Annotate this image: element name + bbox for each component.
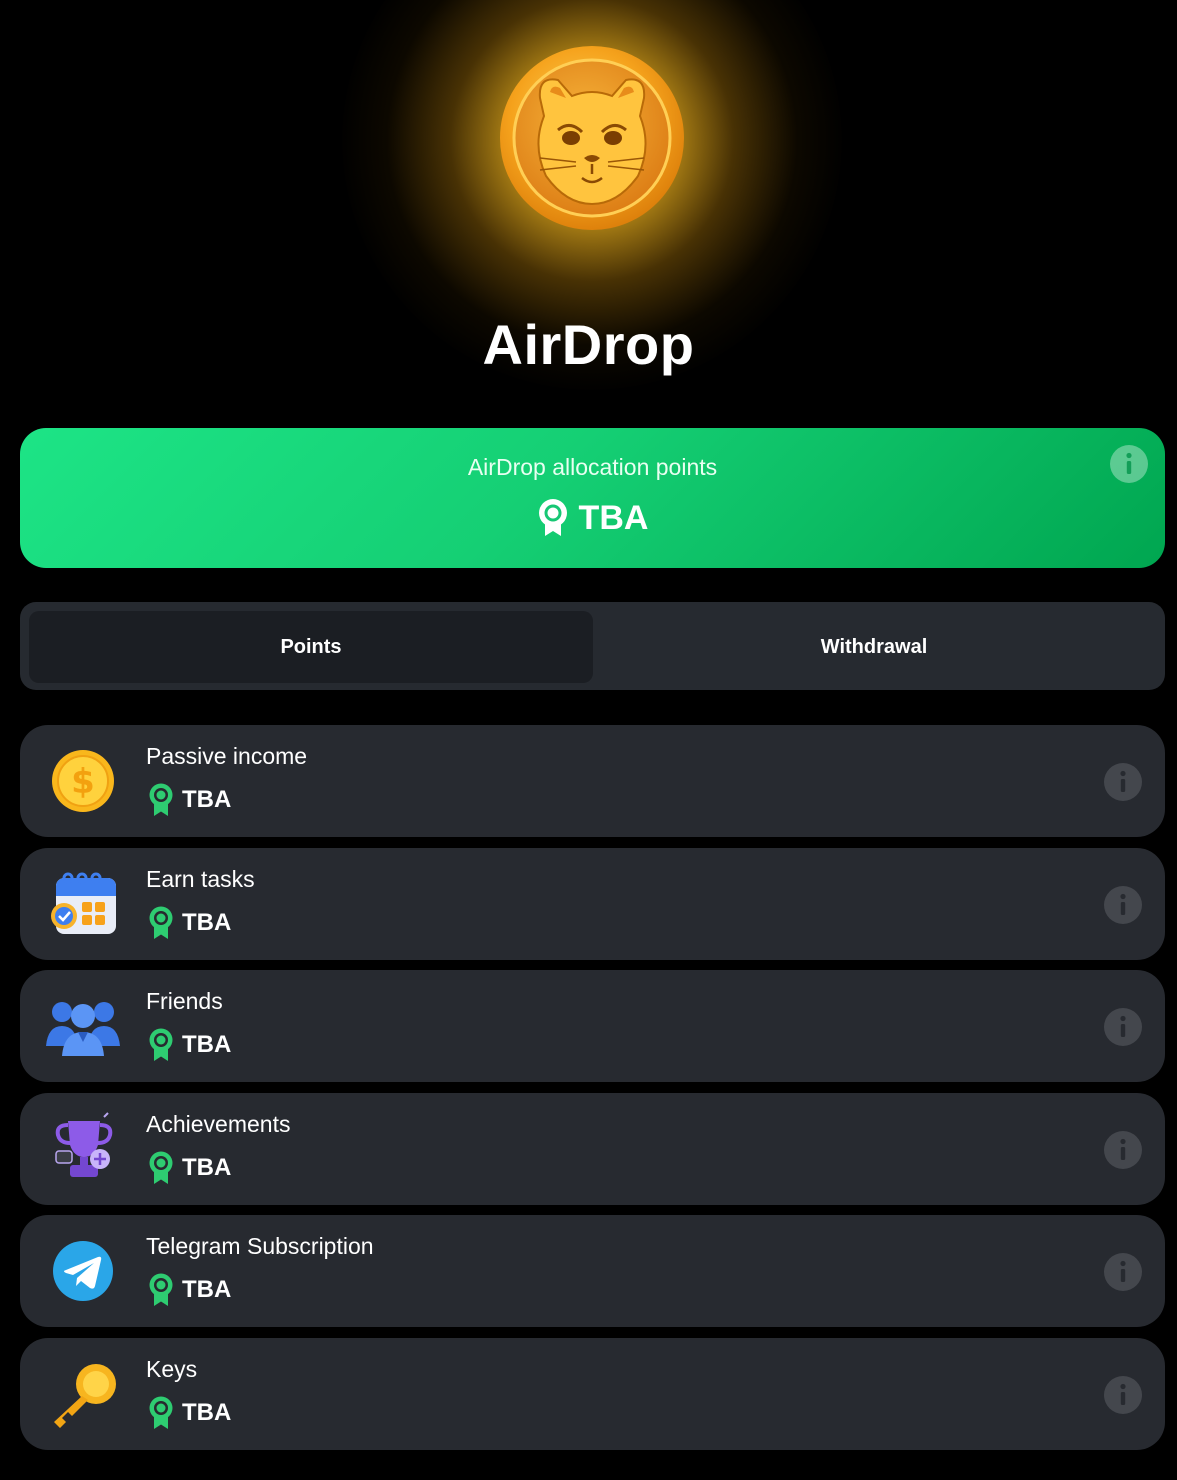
- list-item-earn-tasks[interactable]: Earn tasks TBA: [20, 848, 1165, 960]
- trophy-icon: [55, 1112, 113, 1177]
- item-label: Telegram Subscription: [146, 1233, 374, 1259]
- hamster-coin-icon: [500, 46, 684, 230]
- list-item-telegram-subscription[interactable]: Telegram Subscription TBA: [20, 1215, 1165, 1327]
- item-value: TBA: [182, 786, 232, 813]
- item-value-row: TBA: [148, 1151, 231, 1185]
- telegram-icon: [53, 1241, 113, 1301]
- info-icon[interactable]: [1103, 885, 1143, 925]
- allocation-value-row: TBA: [20, 498, 1165, 538]
- allocation-value: TBA: [578, 498, 649, 537]
- friends-group-icon: [46, 1002, 120, 1056]
- item-value: TBA: [182, 1154, 232, 1181]
- key-icon: [54, 1364, 116, 1428]
- list-item-friends[interactable]: Friends TBA: [20, 970, 1165, 1082]
- list-item-keys[interactable]: Keys TBA: [20, 1338, 1165, 1450]
- tab-withdrawal[interactable]: Withdrawal: [592, 611, 1156, 683]
- dollar-coin-icon: $: [52, 750, 114, 812]
- award-ribbon-icon: [149, 783, 173, 816]
- list-item-passive-income[interactable]: $ Passive income TBA: [20, 725, 1165, 837]
- award-ribbon-icon: [149, 906, 173, 939]
- item-value: TBA: [182, 1031, 232, 1058]
- info-icon[interactable]: [1103, 1130, 1143, 1170]
- item-value: TBA: [182, 1399, 232, 1426]
- page-title: AirDrop: [482, 313, 695, 376]
- info-icon[interactable]: [1103, 1007, 1143, 1047]
- award-ribbon-icon: [149, 1273, 173, 1306]
- item-label: Achievements: [146, 1111, 291, 1137]
- info-icon[interactable]: [1103, 1375, 1143, 1415]
- item-value-row: TBA: [148, 906, 231, 940]
- item-value: TBA: [182, 1276, 232, 1303]
- allocation-card: AirDrop allocation points TBA: [20, 428, 1165, 568]
- item-label: Friends: [146, 988, 223, 1014]
- item-value-row: TBA: [148, 1273, 231, 1307]
- tab-bar: Points Withdrawal: [20, 602, 1165, 690]
- allocation-label: AirDrop allocation points: [467, 454, 718, 480]
- award-ribbon-icon: [149, 1028, 173, 1061]
- award-ribbon-icon: [538, 499, 567, 536]
- tab-points[interactable]: Points: [29, 611, 593, 683]
- item-label: Earn tasks: [146, 866, 255, 892]
- item-value-row: TBA: [148, 1396, 231, 1430]
- item-value-row: TBA: [148, 1028, 231, 1062]
- info-icon[interactable]: [1103, 762, 1143, 802]
- svg-text:$: $: [71, 762, 95, 802]
- calendar-tasks-icon: [51, 872, 116, 934]
- list-item-achievements[interactable]: Achievements TBA: [20, 1093, 1165, 1205]
- item-label: Passive income: [146, 743, 308, 769]
- item-value-row: TBA: [148, 783, 231, 817]
- info-icon[interactable]: [1109, 444, 1149, 484]
- item-label: Keys: [146, 1356, 198, 1382]
- item-value: TBA: [182, 909, 232, 936]
- award-ribbon-icon: [149, 1396, 173, 1429]
- award-ribbon-icon: [149, 1151, 173, 1184]
- info-icon[interactable]: [1103, 1252, 1143, 1292]
